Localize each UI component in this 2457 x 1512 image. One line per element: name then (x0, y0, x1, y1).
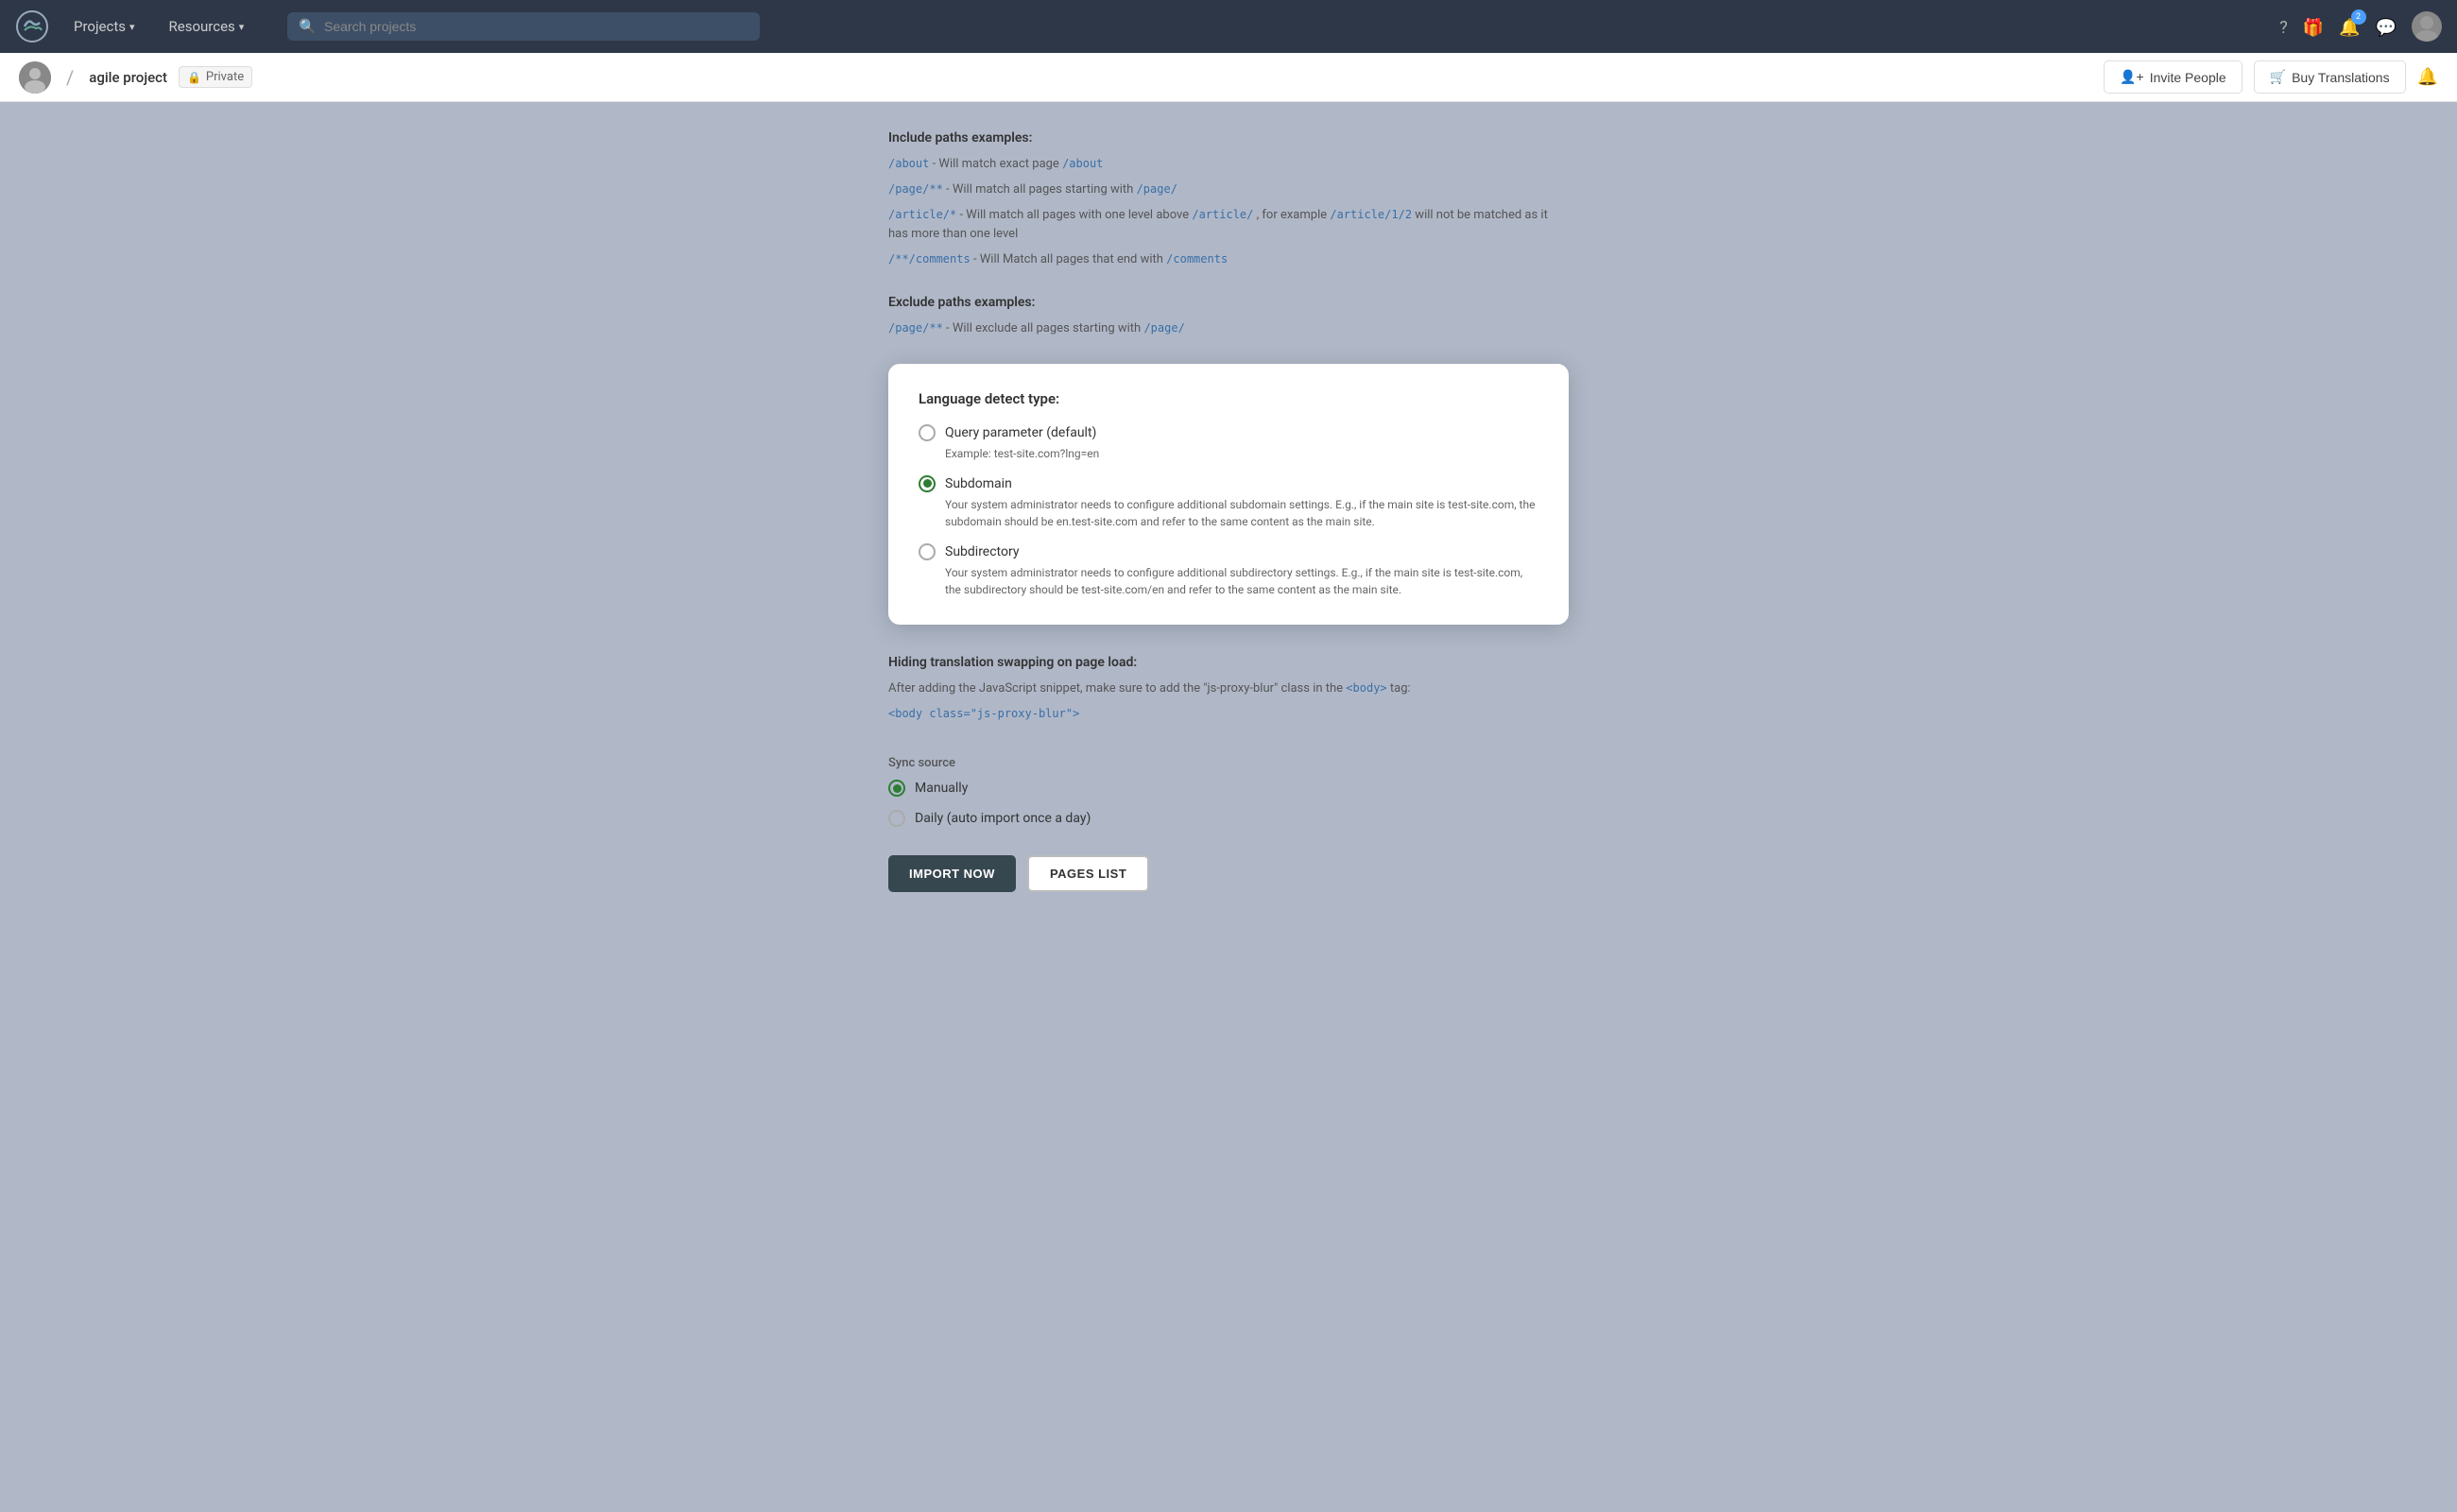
sync-manually-radio[interactable] (888, 780, 905, 797)
include-code-comments2: /comments (1166, 252, 1228, 266)
cart-icon: 🛒 (2270, 69, 2286, 85)
include-code-page: /page/** (888, 182, 943, 196)
resources-chevron-icon: ▾ (239, 21, 245, 33)
include-paths-title: Include paths examples: (888, 130, 1569, 146)
invite-people-button[interactable]: 👤+ Invite People (2104, 60, 2242, 94)
private-badge: 🔒 Private (179, 66, 252, 88)
sync-source-title: Sync source (888, 756, 1569, 770)
include-line-4: /**/comments - Will Match all pages that… (888, 250, 1569, 270)
sync-daily-label: Daily (auto import once a day) (915, 811, 1091, 826)
pages-list-button[interactable]: PAGES LIST (1027, 855, 1149, 892)
include-code-page2: /page/ (1137, 182, 1177, 196)
option-query-row[interactable]: Query parameter (default) (919, 424, 1538, 441)
include-line-2: /page/** - Will match all pages starting… (888, 180, 1569, 200)
user-avatar[interactable] (2412, 11, 2442, 42)
option-query-parameter: Query parameter (default) Example: test-… (919, 424, 1538, 462)
hiding-code-block: <body class="js-proxy-blur"> (888, 705, 1569, 725)
hiding-text: After adding the JavaScript snippet, mak… (888, 679, 1569, 699)
hiding-title: Hiding translation swapping on page load… (888, 655, 1569, 670)
breadcrumb-separator: / (66, 66, 74, 89)
include-code-about2: /about (1062, 157, 1103, 170)
include-code-article3: /article/1/2 (1330, 208, 1412, 221)
exclude-line-1: /page/** - Will exclude all pages starti… (888, 319, 1569, 339)
include-code-article2: /article/ (1192, 208, 1253, 221)
sync-manually-label: Manually (915, 781, 968, 796)
sync-daily-radio[interactable] (888, 810, 905, 827)
logo[interactable] (15, 9, 49, 43)
sub-nav-actions: 👤+ Invite People 🛒 Buy Translations 🔔 (2104, 60, 2438, 94)
include-line-1: /about - Will match exact page /about (888, 155, 1569, 175)
search-input[interactable] (324, 19, 748, 34)
search-bar: 🔍 (287, 12, 760, 41)
modal-title: Language detect type: (919, 390, 1538, 407)
body-class-code: <body class="js-proxy-blur"> (888, 707, 1079, 720)
sub-navigation: / agile project 🔒 Private 👤+ Invite Peop… (0, 53, 2457, 102)
search-icon: 🔍 (299, 18, 317, 35)
sub-nav-bell-icon[interactable]: 🔔 (2417, 67, 2438, 87)
include-code-article: /article/* (888, 208, 956, 221)
gift-icon[interactable]: 🎁 (2303, 15, 2324, 38)
main-content-area: Include paths examples: /about - Will ma… (0, 102, 2457, 1512)
language-detect-modal: Language detect type: Query parameter (d… (888, 364, 1569, 625)
body-tag-code: <body> (1346, 681, 1386, 695)
top-navigation: Projects ▾ Resources ▾ 🔍 ? 🎁 🔔 2 💬 (0, 0, 2457, 53)
projects-chevron-icon: ▾ (129, 21, 135, 33)
import-now-button[interactable]: IMPORT NOW (888, 855, 1016, 892)
sync-source-section: Sync source Manually Daily (auto import … (888, 748, 1569, 846)
option-query-radio[interactable] (919, 424, 936, 441)
exclude-code-page: /page/** (888, 321, 943, 335)
option-subdirectory-row[interactable]: Subdirectory (919, 543, 1538, 560)
option-subdomain-radio[interactable] (919, 475, 936, 492)
resources-menu[interactable]: Resources ▾ (160, 12, 254, 41)
option-subdirectory-label: Subdirectory (945, 544, 1019, 559)
nav-right-actions: ? 🎁 🔔 2 💬 (2279, 11, 2442, 42)
option-subdomain-desc: Your system administrator needs to confi… (945, 496, 1538, 530)
notifications-badge: 2 (2351, 9, 2366, 25)
buy-translations-button[interactable]: 🛒 Buy Translations (2254, 60, 2406, 94)
action-buttons: IMPORT NOW PAGES LIST (888, 855, 1569, 892)
sync-options: Manually Daily (auto import once a day) (888, 780, 1569, 827)
project-name[interactable]: agile project (89, 69, 167, 86)
option-query-example: Example: test-site.com?lng=en (945, 445, 1538, 462)
option-subdirectory-radio[interactable] (919, 543, 936, 560)
include-code-about: /about (888, 157, 929, 170)
sync-manually-row[interactable]: Manually (888, 780, 1569, 797)
chat-icon[interactable]: 💬 (2376, 15, 2397, 38)
option-subdirectory-desc: Your system administrator needs to confi… (945, 564, 1538, 598)
sync-daily-row[interactable]: Daily (auto import once a day) (888, 810, 1569, 827)
content-wrapper: Include paths examples: /about - Will ma… (888, 130, 1569, 1484)
exclude-paths-title: Exclude paths examples: (888, 295, 1569, 310)
language-detect-options: Query parameter (default) Example: test-… (919, 424, 1538, 598)
hiding-section: Hiding translation swapping on page load… (888, 647, 1569, 749)
option-subdomain-label: Subdomain (945, 476, 1012, 491)
include-code-comments: /**/comments (888, 252, 971, 266)
option-subdomain: Subdomain Your system administrator need… (919, 475, 1538, 530)
notifications-icon[interactable]: 🔔 2 (2339, 15, 2360, 38)
option-subdirectory: Subdirectory Your system administrator n… (919, 543, 1538, 598)
exclude-paths-section: Exclude paths examples: /page/** - Will … (888, 295, 1569, 364)
project-avatar[interactable] (19, 61, 51, 94)
option-subdomain-row[interactable]: Subdomain (919, 475, 1538, 492)
option-query-label: Query parameter (default) (945, 425, 1096, 440)
include-paths-section: Include paths examples: /about - Will ma… (888, 130, 1569, 295)
projects-menu[interactable]: Projects ▾ (64, 12, 145, 41)
person-add-icon: 👤+ (2120, 69, 2144, 85)
help-icon[interactable]: ? (2279, 15, 2288, 38)
lock-icon: 🔒 (187, 71, 201, 84)
include-line-3: /article/* - Will match all pages with o… (888, 206, 1569, 246)
exclude-code-page2: /page/ (1143, 321, 1184, 335)
